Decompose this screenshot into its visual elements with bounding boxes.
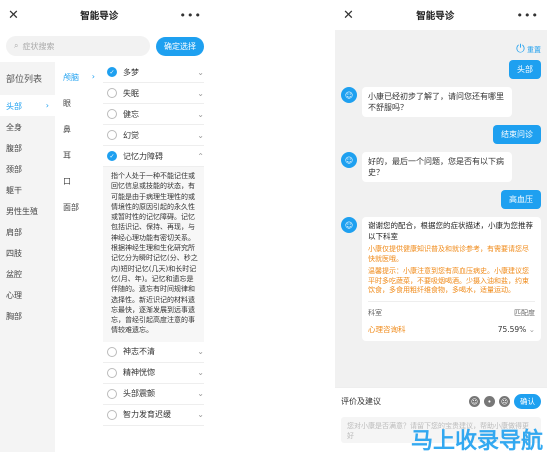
- chevron-down-icon[interactable]: ⌄: [197, 347, 204, 356]
- part-item[interactable]: 头部 ›: [0, 95, 55, 116]
- recommendation-card: 谢谢您的配合，根据您的症状描述，小康为您推荐以下科室 小康仅提供健康知识普及和就…: [362, 217, 541, 341]
- chevron-down-icon[interactable]: ⌄: [197, 410, 204, 419]
- subpart-item[interactable]: 眼: [55, 92, 103, 118]
- chat-screen: ✕ 智能导诊 ••• ⏻ 重置 头部 ☺ 小康已经初步了解了，请问您还有哪里不舒服…: [335, 0, 547, 457]
- department-link[interactable]: 心理咨询科: [368, 324, 406, 335]
- more-icon[interactable]: •••: [180, 9, 202, 22]
- recommendation-intro: 谢谢您的配合，根据您的症状描述，小康为您推荐以下科室: [368, 221, 533, 241]
- chevron-down-icon[interactable]: ⌄: [197, 389, 204, 398]
- chevron-down-icon[interactable]: ⌄: [197, 89, 204, 98]
- search-icon: ⌕: [14, 41, 19, 50]
- reset-button[interactable]: ⏻ 重置: [516, 42, 541, 56]
- parts-header: 部位列表: [6, 75, 43, 85]
- checkbox-icon[interactable]: [107, 130, 117, 140]
- chevron-right-icon: ›: [91, 72, 95, 81]
- search-placeholder: 症状搜索: [22, 41, 55, 51]
- check-icon[interactable]: ✓: [107, 151, 117, 161]
- sad-face-icon[interactable]: ☹: [499, 396, 510, 407]
- symptom-row[interactable]: 精神恍惚 ⌄: [103, 363, 204, 384]
- part-item[interactable]: 肩部: [0, 221, 55, 242]
- checkbox-icon[interactable]: [107, 409, 117, 420]
- user-message: 头部: [509, 60, 541, 79]
- symptom-row[interactable]: 幻觉 ⌄: [103, 125, 204, 146]
- checkbox-icon[interactable]: [107, 88, 117, 98]
- part-item[interactable]: 四肢: [0, 242, 55, 263]
- confirm-button[interactable]: 确定选择: [156, 36, 204, 56]
- checkbox-icon[interactable]: [107, 109, 117, 119]
- result-table-header: 科室 匹配度: [368, 300, 535, 318]
- symptom-row[interactable]: 神志不清 ⌄: [103, 342, 204, 363]
- checkbox-icon[interactable]: [107, 367, 117, 378]
- checkbox-icon[interactable]: [107, 346, 117, 357]
- symptom-list: ✓ 多梦 ⌄ 失眠 ⌄ 健忘 ⌄ 幻觉 ⌄ ✓ 记忆力障碍 ⌃ 指个人处于一种不能记住或回忆信…: [103, 62, 210, 452]
- feedback-label: 评价及建议: [341, 397, 381, 406]
- feedback-confirm-button[interactable]: 确认: [514, 394, 541, 409]
- result-row[interactable]: 心理咨询科 75.59% ⌄: [368, 318, 535, 337]
- symptom-selector-screen: ✕ 智能导诊 ••• ⌕ 症状搜索 确定选择 部位列表 头部 › 全身 腹部 颈…: [0, 0, 210, 457]
- part-item[interactable]: 全身: [0, 116, 55, 137]
- symptom-row[interactable]: 智力发育迟缓 ⌄: [103, 405, 204, 426]
- search-row: ⌕ 症状搜索 确定选择: [0, 30, 210, 62]
- user-message: 高血压: [501, 190, 541, 209]
- page-title: 智能导诊: [416, 11, 455, 22]
- sub-part-list: 颅脑 › 眼 鼻 耳 口 面部: [55, 62, 103, 452]
- close-icon[interactable]: ✕: [8, 8, 19, 23]
- chevron-down-icon[interactable]: ⌄: [197, 368, 204, 377]
- part-item[interactable]: 腹部: [0, 137, 55, 158]
- part-item[interactable]: 男性生殖: [0, 200, 55, 221]
- part-item[interactable]: 心理: [0, 284, 55, 305]
- bot-avatar-icon: ☺: [341, 217, 357, 233]
- title-bar: ✕ 智能导诊 •••: [0, 0, 210, 30]
- title-bar: ✕ 智能导诊 •••: [335, 0, 547, 30]
- bot-avatar-icon: ☺: [341, 152, 357, 168]
- bot-avatar-icon: ☺: [341, 87, 357, 103]
- bot-message: 小康已经初步了解了，请问您还有哪里不舒服吗？: [362, 87, 512, 117]
- subpart-item[interactable]: 口: [55, 170, 103, 196]
- subpart-item[interactable]: 颅脑 ›: [55, 66, 103, 92]
- user-message: 结束问诊: [493, 125, 541, 144]
- chevron-down-icon[interactable]: ⌄: [197, 110, 204, 119]
- close-icon[interactable]: ✕: [343, 8, 354, 23]
- part-item[interactable]: 躯干: [0, 179, 55, 200]
- part-item[interactable]: 胸部: [0, 305, 55, 326]
- bot-message: 好的，最后一个问题，您是否有以下病史？: [362, 152, 512, 182]
- match-value: 75.59%: [497, 324, 527, 334]
- check-icon[interactable]: ✓: [107, 67, 117, 77]
- chevron-down-icon[interactable]: ⌄: [529, 325, 535, 334]
- symptom-row[interactable]: ✓ 多梦 ⌄: [103, 62, 204, 83]
- chevron-down-icon[interactable]: ⌄: [197, 68, 204, 77]
- symptom-row-expanded[interactable]: ✓ 记忆力障碍 ⌃: [103, 146, 204, 167]
- body-part-list: 部位列表 头部 › 全身 腹部 颈部 躯干 男性生殖 肩部 四肢 盆腔 心理 胸…: [0, 62, 55, 452]
- chevron-right-icon: ›: [45, 101, 49, 110]
- symptom-description: 指个人处于一种不能记住或回忆信息或技能的状态，有可能是由于病理生理性的或情境性的…: [103, 167, 204, 342]
- page-title: 智能导诊: [80, 11, 119, 22]
- symptom-row[interactable]: 健忘 ⌄: [103, 104, 204, 125]
- power-icon: ⏻: [516, 42, 525, 55]
- disclaimer-text: 小康仅提供健康知识普及和就诊参考，有需要请您尽快就医哦。: [368, 245, 529, 263]
- subpart-item[interactable]: 面部: [55, 196, 103, 222]
- symptom-row[interactable]: 失眠 ⌄: [103, 83, 204, 104]
- checkbox-icon[interactable]: [107, 388, 117, 399]
- part-item[interactable]: 颈部: [0, 158, 55, 179]
- more-icon[interactable]: •••: [517, 9, 539, 22]
- smile-face-icon[interactable]: ☺: [469, 396, 480, 407]
- chat-log: 头部 ☺ 小康已经初步了解了，请问您还有哪里不舒服吗？ 结束问诊 ☺ 好的，最后一个…: [335, 30, 547, 355]
- chevron-down-icon[interactable]: ⌄: [197, 131, 204, 140]
- health-tip-text: 温馨提示：小康注意到您有高血压病史。小康建议您平时多吃蔬菜，不要吸烟喝酒。少摄入…: [368, 267, 529, 294]
- symptom-row[interactable]: 头部震颤 ⌄: [103, 384, 204, 405]
- chevron-up-icon[interactable]: ⌃: [197, 152, 204, 161]
- part-item[interactable]: 盆腔: [0, 263, 55, 284]
- search-input[interactable]: ⌕ 症状搜索: [6, 36, 150, 56]
- neutral-face-icon[interactable]: •: [484, 396, 495, 407]
- subpart-item[interactable]: 鼻: [55, 118, 103, 144]
- subpart-item[interactable]: 耳: [55, 144, 103, 170]
- watermark-logo: 马上收录导航: [410, 429, 543, 454]
